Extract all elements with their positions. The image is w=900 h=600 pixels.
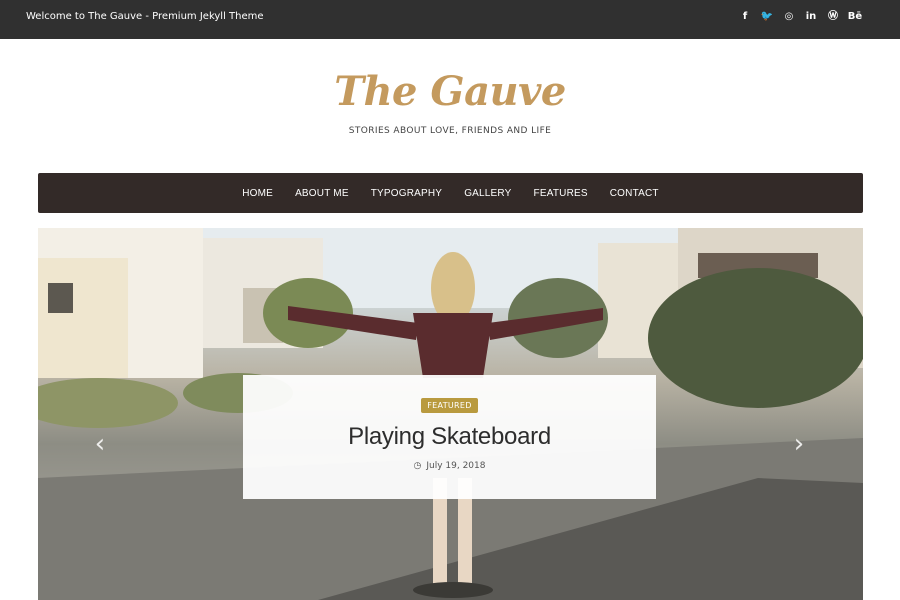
post-date-text: July 19, 2018 [426, 461, 486, 471]
instagram-icon[interactable]: ◎ [778, 8, 800, 26]
nav-item-features[interactable]: FEATURES [523, 188, 599, 199]
slide-post-title[interactable]: Playing Skateboard [243, 423, 656, 451]
nav-item-home[interactable]: HOME [231, 188, 284, 199]
welcome-message: Welcome to The Gauve - Premium Jekyll Th… [26, 11, 264, 22]
wordpress-icon[interactable]: Ⓦ [822, 8, 844, 26]
twitter-icon[interactable]: 🐦 [756, 8, 778, 26]
behance-icon[interactable]: Bē [844, 8, 866, 26]
nav-item-typography[interactable]: TYPOGRAPHY [360, 188, 453, 199]
nav-item-gallery[interactable]: GALLERY [453, 188, 522, 199]
nav-item-about-me[interactable]: ABOUT ME [284, 188, 360, 199]
facebook-icon[interactable]: f [734, 8, 756, 26]
site-tagline: STORIES ABOUT LOVE, FRIENDS AND LIFE [348, 126, 552, 136]
slide-caption: FEATURED Playing Skateboard ◷ July 19, 2… [243, 375, 656, 499]
slider-next-arrow-icon[interactable]: › [787, 428, 811, 460]
featured-badge[interactable]: FEATURED [421, 398, 478, 413]
nav-item-contact[interactable]: CONTACT [599, 188, 670, 199]
linkedin-icon[interactable]: in [800, 8, 822, 26]
slider-prev-arrow-icon[interactable]: ‹ [88, 428, 112, 460]
site-logo-title[interactable]: The Gauve [0, 68, 900, 115]
clock-icon: ◷ [413, 461, 422, 471]
featured-slider: ‹ › FEATURED Playing Skateboard ◷ July 1… [38, 228, 863, 600]
social-links: f 🐦 ◎ in Ⓦ Bē [734, 8, 866, 26]
slide-post-date: ◷ July 19, 2018 [243, 461, 656, 471]
main-navigation: HOME ABOUT ME TYPOGRAPHY GALLERY FEATURE… [38, 173, 863, 213]
top-bar: Welcome to The Gauve - Premium Jekyll Th… [0, 0, 900, 39]
